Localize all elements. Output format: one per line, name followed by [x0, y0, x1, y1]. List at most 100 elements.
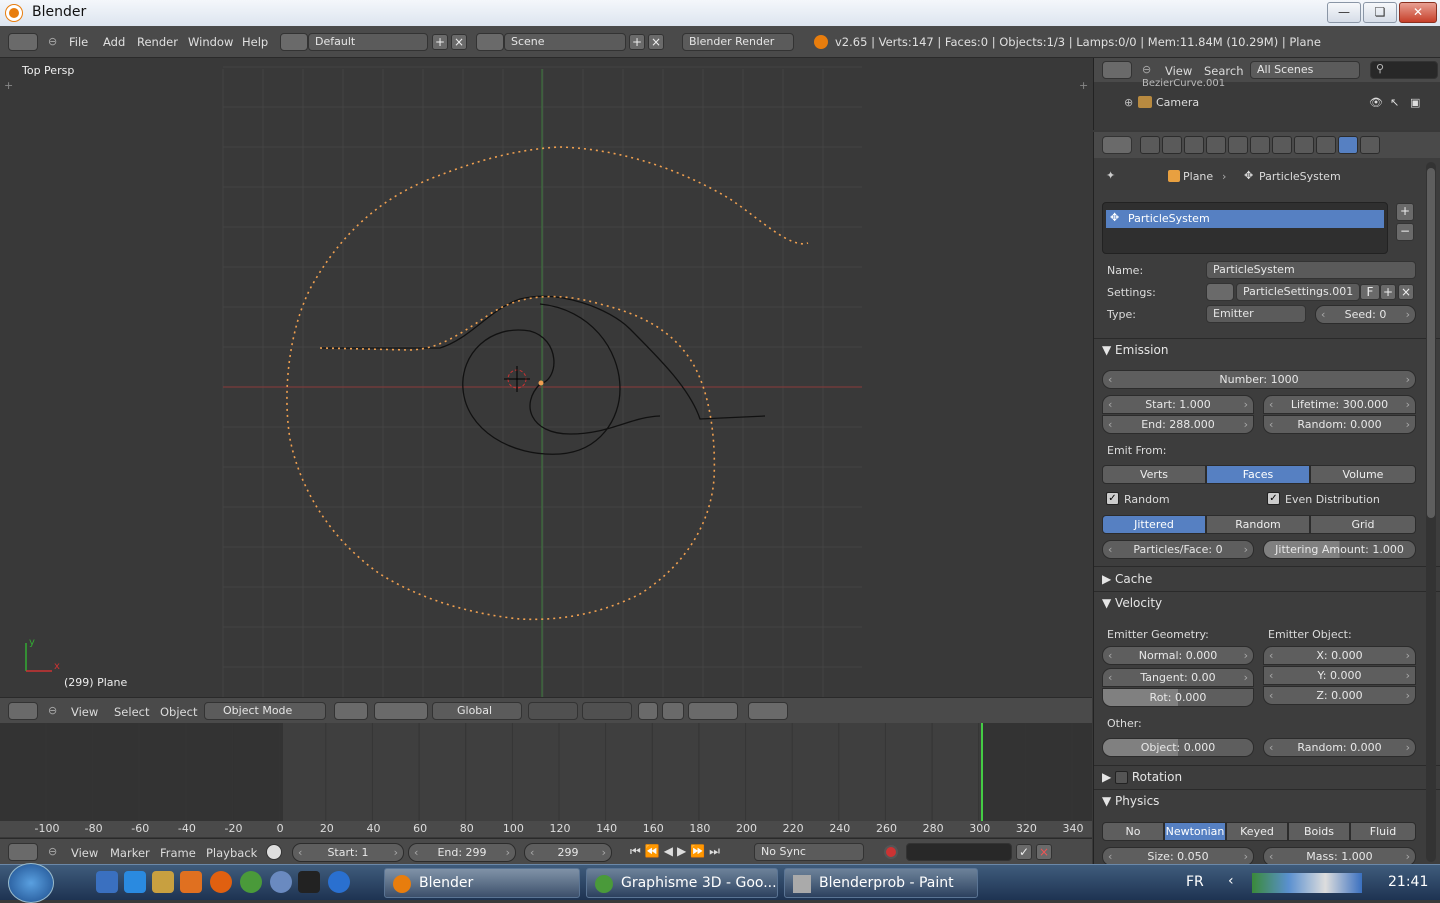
object-velocity-slider[interactable]: Object: 0.000 [1102, 738, 1254, 757]
snap-icon[interactable] [688, 702, 738, 720]
visibility-eye-icon[interactable]: 👁 [1369, 96, 1383, 109]
cache-panel-header[interactable]: ▶ Cache [1102, 572, 1152, 586]
terminal-icon[interactable] [298, 871, 320, 893]
menu-view[interactable]: View [71, 705, 98, 719]
collapse-menu-icon[interactable]: ⊖ [48, 845, 57, 858]
velocity-panel-header[interactable]: ▼ Velocity [1102, 596, 1162, 610]
show-hidden-icons-icon[interactable]: ‹ [1228, 873, 1234, 889]
random-checkbox[interactable]: ✓ [1106, 492, 1119, 505]
menu-add[interactable]: Add [103, 35, 125, 49]
3d-viewport[interactable]: y x Top Persp (299) Plane + + [0, 59, 1092, 697]
properties-toggle-icon[interactable]: + [1079, 79, 1088, 92]
dist-random-button[interactable]: Random [1206, 515, 1310, 534]
tab-texture-icon[interactable] [1316, 136, 1336, 154]
explorer-icon[interactable] [152, 871, 174, 893]
current-frame-field[interactable]: 299 [524, 843, 612, 862]
remove-particle-system-button[interactable]: − [1396, 223, 1414, 241]
scene-field[interactable]: Scene [504, 33, 626, 51]
viewport-shading-icon[interactable] [334, 702, 368, 720]
language-indicator[interactable]: FR [1186, 874, 1204, 890]
pin-icon[interactable]: ✦ [1106, 169, 1115, 182]
outliner-item-beziercurve[interactable]: BezierCurve.001 [1142, 78, 1225, 89]
rot-slider[interactable]: Rot: 0.000 [1102, 688, 1254, 707]
viewport-canvas[interactable]: y x [0, 59, 1092, 697]
firefox-icon[interactable] [210, 871, 232, 893]
insert-keyframe-icon[interactable]: ✓ [1016, 844, 1032, 860]
unlink-settings-icon[interactable]: × [1398, 284, 1414, 300]
random-lifetime-field[interactable]: Random: 0.000 [1263, 415, 1416, 434]
add-particle-system-button[interactable]: + [1396, 203, 1414, 221]
timeline-editor[interactable]: -100 -80 -60 -40 -20 0 20 40 60 80 100 120 140 160 180… [0, 723, 1092, 837]
preview-range-icon[interactable] [266, 844, 282, 860]
selectable-arrow-icon[interactable]: ↖ [1390, 96, 1399, 109]
tab-data-icon[interactable] [1272, 136, 1292, 154]
close-button[interactable]: ✕ [1399, 2, 1437, 23]
mass-field[interactable]: Mass: 1.000 [1263, 847, 1416, 864]
even-distribution-checkbox[interactable]: ✓ [1267, 492, 1280, 505]
scene-icon[interactable] [476, 33, 504, 51]
add-layout-icon[interactable]: + [432, 34, 448, 50]
menu-render[interactable]: Render [137, 35, 178, 49]
editor-type-properties-icon[interactable] [1102, 136, 1132, 154]
keying-set-field[interactable] [906, 843, 1012, 861]
emit-verts-button[interactable]: Verts [1102, 465, 1206, 484]
chrome-icon[interactable] [240, 871, 262, 893]
timeline-ruler[interactable]: -100 -80 -60 -40 -20 0 20 40 60 80 100 120 140 160 180… [0, 821, 1092, 837]
properties-context-tabs[interactable] [1140, 136, 1380, 154]
number-field[interactable]: Number: 1000 [1102, 370, 1416, 389]
layers-grid-2-icon[interactable] [582, 702, 632, 720]
menu-select[interactable]: Select [114, 705, 149, 719]
renderable-camera-icon[interactable]: ▣ [1410, 96, 1420, 109]
menu-view[interactable]: View [1165, 64, 1192, 78]
emit-faces-button[interactable]: Faces [1206, 465, 1310, 484]
random-velocity-field[interactable]: Random: 0.000 [1263, 738, 1416, 757]
media-player-icon[interactable] [180, 871, 202, 893]
add-scene-icon[interactable]: + [629, 34, 645, 50]
settings-field[interactable]: ParticleSettings.001 [1236, 283, 1360, 301]
tab-modifiers-icon[interactable] [1250, 136, 1270, 154]
tab-particles-icon[interactable] [1338, 136, 1358, 154]
current-frame-marker[interactable] [981, 723, 983, 821]
start-field[interactable]: Start: 1.000 [1102, 395, 1254, 414]
collapse-menu-icon[interactable]: ⊖ [48, 704, 57, 717]
tab-world-icon[interactable] [1184, 136, 1204, 154]
frame-end-field[interactable]: End: 299 [408, 843, 516, 862]
transform-orientation-select[interactable]: Global [432, 702, 522, 720]
rotation-checkbox[interactable] [1115, 771, 1129, 784]
editor-type-outliner-icon[interactable] [1102, 61, 1132, 79]
menu-window[interactable]: Window [188, 35, 233, 49]
dist-jittered-button[interactable]: Jittered [1102, 515, 1206, 534]
outliner[interactable]: ⊖ View Search All Scenes ⚲ BezierCurve.0… [1093, 58, 1440, 130]
tangent-velocity-field[interactable]: Tangent: 0.00 [1102, 668, 1254, 687]
maximize-button[interactable]: ❏ [1363, 2, 1397, 23]
object-x-field[interactable]: X: 0.000 [1263, 646, 1416, 665]
mode-select[interactable]: Object Mode [204, 702, 326, 720]
menu-search[interactable]: Search [1204, 64, 1244, 78]
tab-constraints-icon[interactable] [1228, 136, 1248, 154]
sync-mode-select[interactable]: No Sync [754, 843, 864, 861]
particles-per-face-field[interactable]: Particles/Face: 0 [1102, 540, 1254, 559]
collapse-menu-icon[interactable]: ⊖ [1142, 63, 1151, 76]
outliner-filter-select[interactable]: All Scenes [1250, 61, 1360, 79]
emit-volume-button[interactable]: Volume [1310, 465, 1416, 484]
tab-object-icon[interactable] [1206, 136, 1226, 154]
screen-layout-icon[interactable] [280, 33, 308, 51]
lock-layers-icon[interactable] [638, 702, 658, 720]
normal-velocity-field[interactable]: Normal: 0.000 [1102, 646, 1254, 665]
physics-boids-button[interactable]: Boids [1288, 822, 1350, 841]
delete-keyframe-icon[interactable]: × [1036, 844, 1052, 860]
jittering-amount-slider[interactable]: Jittering Amount: 1.000 [1263, 540, 1416, 559]
list-item[interactable]: ✥ ParticleSystem [1106, 210, 1384, 228]
fake-user-button[interactable]: F [1360, 284, 1380, 300]
name-input[interactable]: ParticleSystem [1206, 261, 1416, 279]
physics-panel-header[interactable]: ▼ Physics [1102, 794, 1159, 808]
menu-view[interactable]: View [71, 846, 98, 860]
menu-help[interactable]: Help [242, 35, 268, 49]
record-icon[interactable] [884, 845, 898, 859]
frame-start-field[interactable]: Start: 1 [292, 843, 404, 862]
playback-controls[interactable]: ⏮⏪◀▶⏩⏭ [630, 844, 724, 859]
physics-fluid-button[interactable]: Fluid [1350, 822, 1416, 841]
rotation-panel-header[interactable]: ▶ Rotation [1102, 770, 1182, 784]
proportional-edit-icon[interactable] [662, 702, 684, 720]
toolshelf-toggle-icon[interactable]: + [4, 79, 13, 92]
